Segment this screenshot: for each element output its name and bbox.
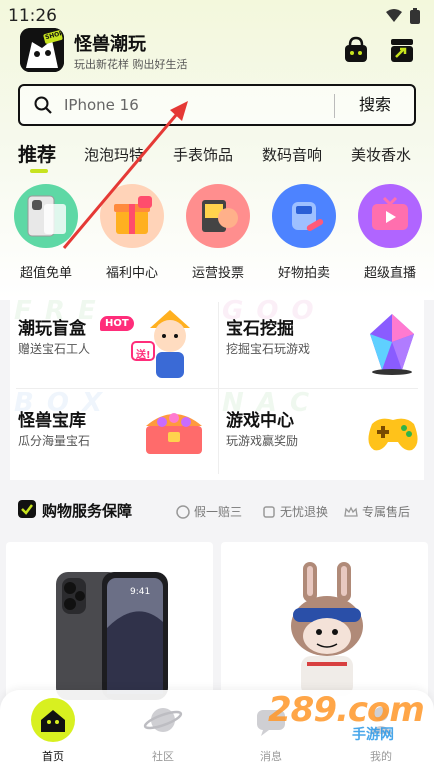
- feature-subtitle: 瓜分海量宝石: [18, 434, 91, 448]
- bunny-figure-icon: [291, 562, 363, 696]
- guarantee-item-label: 无忧退换: [280, 505, 329, 519]
- app-slogan: 玩出新花样 购出好生活: [74, 58, 188, 71]
- feature-title: 怪兽宝库: [18, 411, 86, 431]
- tab-recommend[interactable]: 推荐: [18, 140, 56, 167]
- phone-box-icon: [14, 184, 78, 248]
- status-icons: [386, 8, 420, 24]
- quick-entry-live[interactable]: 超级直播: [350, 184, 430, 281]
- quick-entry-label: 好物拍卖: [277, 266, 330, 281]
- guarantee-title: 购物服务保障: [42, 502, 133, 520]
- feature-gem-mining[interactable]: G O O 宝石挖掘 挖掘宝石玩游戏: [218, 296, 424, 386]
- guarantee-item-easy-return: 无忧退换: [262, 503, 328, 520]
- app-header: SHOP 怪兽潮玩 玩出新花样 购出好生活: [0, 28, 434, 78]
- feature-blind-box[interactable]: F R E 潮玩盲盒 HOT 赠送宝石工人 送!: [10, 296, 216, 386]
- search-input[interactable]: IPhone 16: [64, 96, 139, 114]
- feature-title: 游戏中心: [226, 411, 294, 431]
- quick-entry-label: 福利中心: [105, 266, 158, 281]
- guarantee-item-fake-compensation: 假一赔三: [176, 503, 242, 520]
- wifi-icon: [386, 9, 402, 22]
- nav-label: 我的: [370, 750, 392, 763]
- product-card-labubu[interactable]: [221, 542, 428, 702]
- product-card-iphone[interactable]: 9:41: [6, 542, 213, 702]
- quick-entry-row: 超值免单 福利中心 运营投票 好物拍卖 超级直播: [0, 184, 434, 284]
- vote-card-icon: [186, 184, 250, 248]
- nav-label: 首页: [42, 750, 64, 763]
- quick-entry-label: 超级直播: [363, 266, 416, 281]
- share-box-icon[interactable]: [388, 36, 416, 64]
- hero-figure-icon: [131, 310, 190, 378]
- feature-grid: F R E 潮玩盲盒 HOT 赠送宝石工人 送! G O O 宝石挖掘 挖掘宝石…: [10, 296, 424, 480]
- shopping-bag-icon[interactable]: [342, 36, 370, 64]
- nav-community[interactable]: 社区: [118, 698, 208, 764]
- quick-entry-label: 运营投票: [191, 266, 244, 281]
- quick-entry-free-order[interactable]: 超值免单: [6, 184, 86, 281]
- feature-subtitle: 玩游戏赢奖励: [226, 434, 299, 448]
- nav-label: 社区: [152, 750, 174, 763]
- watermark-subtext: 手游网: [352, 727, 394, 743]
- tab-digital[interactable]: 数码音响: [262, 144, 322, 165]
- gem-crystal-icon: [370, 314, 414, 375]
- search-button[interactable]: 搜索: [336, 86, 414, 124]
- search-divider: [334, 94, 335, 118]
- app-name: 怪兽潮玩: [74, 34, 146, 55]
- search-bar[interactable]: IPhone 16 搜索: [18, 84, 416, 126]
- quick-entry-welfare[interactable]: 福利中心: [92, 184, 172, 281]
- gamepad-icon: [368, 418, 418, 451]
- feature-subtitle: 赠送宝石工人: [18, 342, 91, 356]
- quick-entry-vote[interactable]: 运营投票: [178, 184, 258, 281]
- guarantee-item-label: 假一赔三: [194, 505, 243, 519]
- feature-title: 宝石挖掘: [226, 319, 294, 339]
- planet-icon: [141, 698, 185, 742]
- feature-title: 潮玩盲盒: [18, 319, 86, 339]
- hot-badge: HOT: [100, 316, 134, 331]
- tab-watches[interactable]: 手表饰品: [173, 144, 233, 165]
- gift-sticker-text: 送!: [136, 350, 151, 361]
- search-icon: [34, 96, 52, 114]
- tab-beauty[interactable]: 美妆香水: [351, 144, 411, 165]
- shopping-guarantee-bar[interactable]: 购物服务保障 假一赔三 无忧退换 专属售后: [6, 490, 428, 530]
- active-tab-indicator: [30, 169, 48, 173]
- battery-icon: [410, 8, 420, 24]
- nav-home[interactable]: 首页: [8, 698, 98, 764]
- nav-label: 消息: [260, 750, 282, 763]
- crown-icon: [344, 506, 358, 517]
- tab-popmart[interactable]: 泡泡玛特: [84, 144, 144, 165]
- gift-box-icon: [100, 184, 164, 248]
- feature-game-center[interactable]: N A C 游戏中心 玩游戏赢奖励: [218, 388, 424, 478]
- quick-entry-auction[interactable]: 好物拍卖: [264, 184, 344, 281]
- guarantee-item-after-sales: 专属售后: [344, 503, 410, 520]
- feature-treasury[interactable]: B O X 怪兽宝库 瓜分海量宝石: [10, 388, 216, 478]
- status-time: 11:26: [8, 6, 57, 26]
- home-monster-icon: [31, 698, 75, 742]
- auction-bag-icon: [272, 184, 336, 248]
- svg-text:9:41: 9:41: [130, 587, 150, 597]
- app-logo: SHOP: [20, 28, 64, 72]
- category-tabs: 推荐 泡泡玛特 手表饰品 数码音响 美妆香水: [0, 138, 434, 174]
- feature-subtitle: 挖掘宝石玩游戏: [226, 342, 311, 356]
- quick-entry-label: 超值免单: [19, 266, 72, 281]
- shield-check-icon: [18, 500, 36, 518]
- smartphone-icon: 9:41: [56, 572, 168, 700]
- live-tv-icon: [358, 184, 422, 248]
- return-icon: [263, 505, 275, 518]
- badge-icon: [176, 504, 190, 519]
- status-bar: 11:26: [0, 0, 434, 30]
- guarantee-item-label: 专属售后: [362, 505, 411, 519]
- treasure-chest-icon: [146, 413, 202, 454]
- site-watermark: 289.com 手游网: [268, 690, 425, 743]
- watermark-text: 289.com: [268, 690, 425, 730]
